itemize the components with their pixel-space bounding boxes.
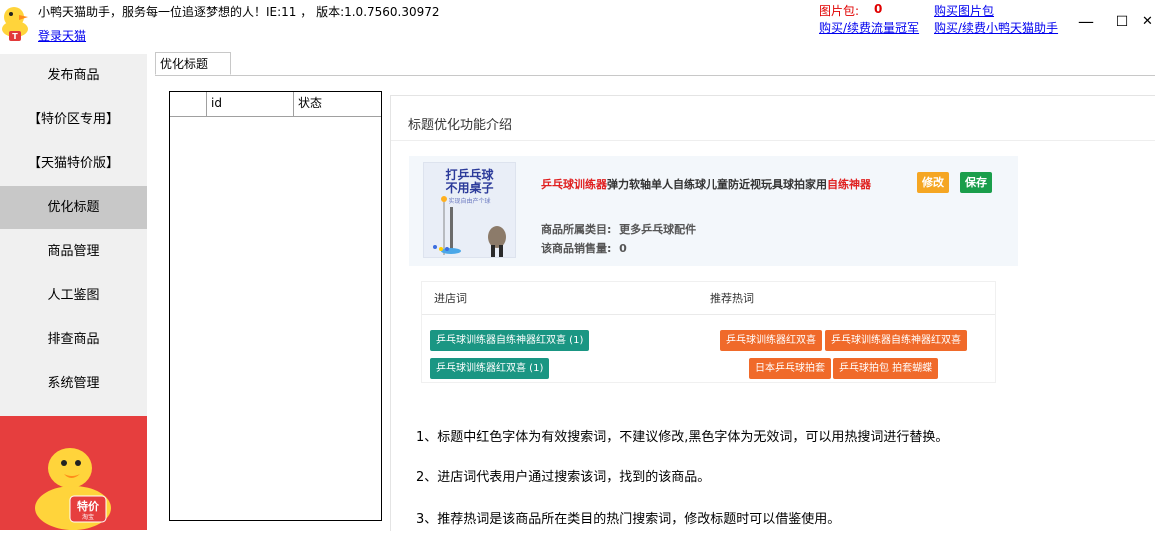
pic-pack-label: 图片包: [819,4,860,18]
store-word-tag[interactable]: 乒乓球训练器自练神器红双喜 (1) [430,330,590,351]
sidebar-item-check-products[interactable]: 排查商品 [0,318,147,361]
buy-assistant-link[interactable]: 购买/续费小鸭天猫助手 [934,19,1058,36]
product-grid[interactable]: id 状态 [169,91,382,521]
hot-words-heading: 推荐热词 [710,292,754,305]
sales-value: 0 [619,242,627,255]
sidebar-item-special-zone[interactable]: 【特价区专用】 [0,98,147,141]
close-button[interactable]: ✕ [1140,10,1155,34]
promo-banner[interactable]: 特价 淘宝 [0,416,147,530]
hot-word-tag[interactable]: 乒乓球训练器红双喜 [720,330,822,351]
ping-pong-trainer-image [433,196,506,257]
save-title-button[interactable]: 保存 [960,172,992,193]
note-item: 1、标题中红色字体为有效搜索词，不建议修改,黑色字体为无效词，可以用热搜词进行替… [416,430,949,445]
sidebar-item-optimize-title[interactable]: 优化标题 [0,186,147,229]
panel-divider [391,140,1155,141]
buy-pic-pack-link[interactable]: 购买图片包 [934,2,994,19]
category-label: 商品所属类目: [541,223,612,236]
sidebar-item-product-manage[interactable]: 商品管理 [0,230,147,273]
keywords-block: 进店词 推荐热词 乒乓球训练器自练神器红双喜 (1) 乒乓球训练器红双喜 (1)… [421,281,996,383]
title-keyword-invalid: 弹力软轴单人自练球儿童防近视玩具球拍家用 [607,178,827,191]
duck-app-icon: T [2,7,28,41]
note-item: 3、推荐热词是该商品所在类目的热门搜索词，修改标题时可以借鉴使用。 [416,512,841,527]
minimize-button[interactable]: — [1074,10,1098,34]
store-words-heading: 进店词 [434,292,467,305]
grid-header: id 状态 [170,92,381,117]
product-card: 打乒乓球 不用桌子 实现自由产个球 乒乓球训练器弹力软轴单人自练球儿童防近视玩具… [409,156,1018,266]
hot-word-tag[interactable]: 日本乒乓球拍套 [749,358,831,379]
title-bar: T 小鸭天猫助手，服务每一位追逐梦想的人！IE:11 ， 版本:1.0.7560… [0,0,1155,52]
sales-row: 该商品销售量: 0 [541,240,627,256]
hot-word-tag[interactable]: 乒乓球拍包 拍套蝴蝶 [833,358,939,379]
category-value: 更多乒乓球配件 [619,223,697,236]
note-item: 2、进店词代表用户通过搜索该词，找到的该商品。 [416,470,711,485]
duck-mascot-icon: 特价 淘宝 [35,448,111,530]
edit-title-button[interactable]: 修改 [917,172,949,193]
tab-optimize-title[interactable]: 优化标题 [155,52,231,75]
promo-sub-text: 淘宝 [82,513,94,521]
hot-word-tag[interactable]: 乒乓球训练器自练神器红双喜 [825,330,967,351]
grid-header-id[interactable]: id [207,92,294,116]
sidebar-item-system-manage[interactable]: 系统管理 [0,362,147,405]
intro-panel: 标题优化功能介绍 打乒乓球 不用桌子 实现自由产个球 乒乓球训练器弹力软轴单人自… [390,95,1155,531]
maximize-button[interactable]: ☐ [1110,10,1134,34]
grid-header-status[interactable]: 状态 [294,92,381,116]
buy-traffic-link[interactable]: 购买/续费流量冠军 [819,19,919,36]
title-keyword-valid: 乒乓球训练器 [541,178,607,191]
app-title: 小鸭天猫助手，服务每一位追逐梦想的人！IE:11 ， 版本:1.0.7560.3… [38,5,440,19]
store-word-tag[interactable]: 乒乓球训练器红双喜 (1) [430,358,550,379]
sales-label: 该商品销售量: [541,242,612,255]
sidebar-item-tmall-special[interactable]: 【天猫特价版】 [0,142,147,185]
tab-strip-line [155,75,1155,76]
login-tmall-link[interactable]: 登录天猫 [38,27,86,44]
panel-title: 标题优化功能介绍 [408,118,513,133]
category-row: 商品所属类目: 更多乒乓球配件 [541,221,696,237]
product-title: 乒乓球训练器弹力软轴单人自练球儿童防近视玩具球拍家用自练神器 [541,176,871,192]
pic-pack-count: 0 [874,2,883,16]
sidebar-item-publish[interactable]: 发布商品 [0,54,147,97]
svg-text:T: T [12,32,18,41]
title-keyword-valid: 自练神器 [827,178,871,191]
promo-badge-text: 特价 [77,499,100,513]
keywords-divider [422,314,995,315]
grid-header-select[interactable] [170,92,207,116]
product-thumbnail: 打乒乓球 不用桌子 实现自由产个球 [423,162,516,258]
sidebar-item-image-review[interactable]: 人工鉴图 [0,274,147,317]
